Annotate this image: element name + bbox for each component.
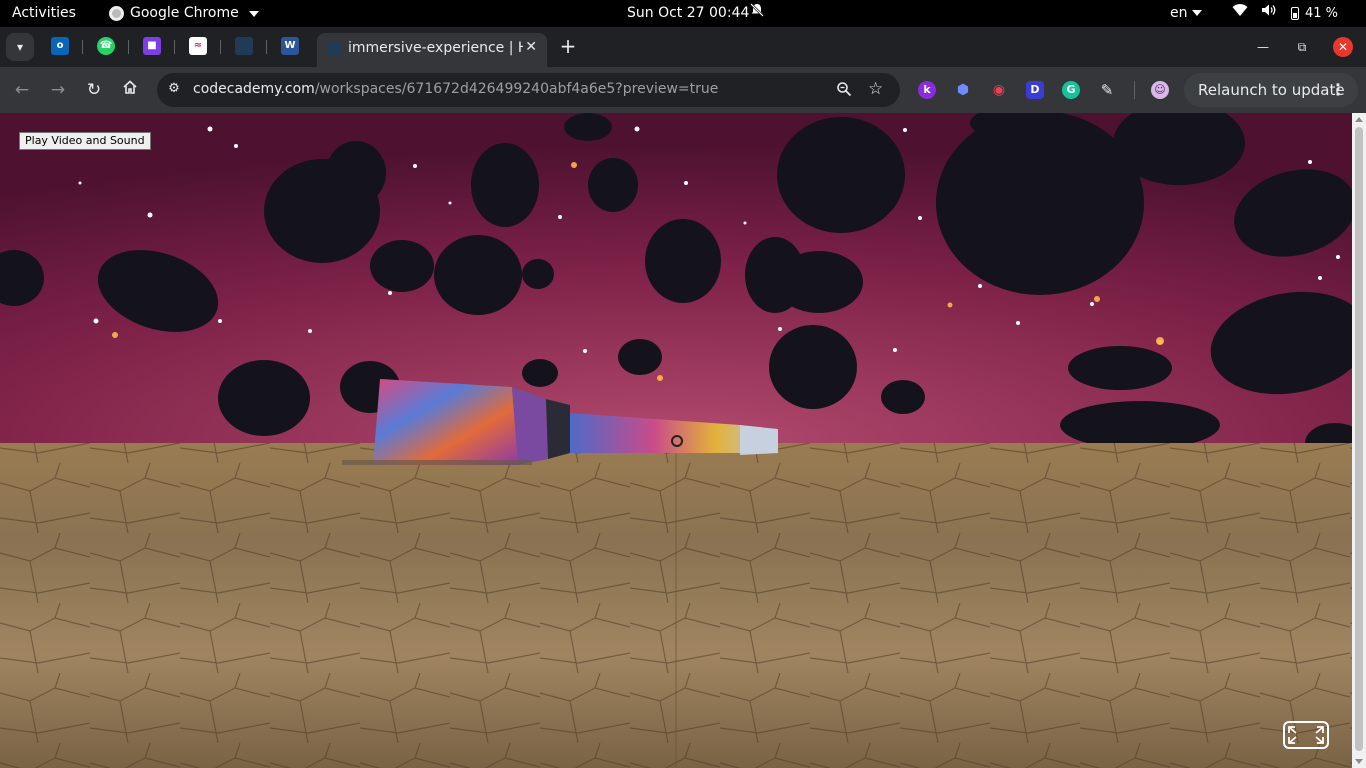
pocket-icon[interactable]: ◉: [990, 81, 1008, 99]
system-top-bar: Activities Google Chrome Sun Oct 27 00:4…: [0, 0, 1366, 27]
app-icon: ≈: [193, 40, 203, 51]
battery-percent: 41 %: [1305, 6, 1339, 21]
scroll-up-icon[interactable]: [1355, 117, 1363, 122]
language-selector[interactable]: en: [1170, 0, 1202, 27]
codecademy-favicon: [327, 42, 341, 56]
tab-separator: [82, 40, 83, 54]
outlook-icon: o: [56, 40, 64, 51]
tab-separator: [266, 40, 267, 54]
chevron-down-icon: [1191, 10, 1202, 16]
pinned-tab-app[interactable]: ■: [143, 37, 161, 55]
pinned-tab-whatsapp[interactable]: ☎: [97, 37, 115, 55]
close-icon[interactable]: ✕: [525, 39, 537, 55]
reload-icon[interactable]: ↻: [82, 78, 106, 102]
zoom-icon[interactable]: [836, 81, 852, 101]
new-tab-button[interactable]: +: [558, 34, 578, 60]
tab-title: immersive-experience | H: [348, 40, 523, 56]
tune-icon[interactable]: ⚙: [166, 81, 182, 97]
3d-scene-canvas[interactable]: [0, 113, 1352, 768]
whatsapp-icon: ☎: [99, 40, 113, 51]
app-icon: ■: [147, 40, 157, 51]
tab-immersive-experience[interactable]: immersive-experience | H ✕: [317, 33, 547, 67]
extension-k-icon[interactable]: k: [918, 81, 936, 99]
kebab-menu-icon[interactable]: ⋮: [1330, 73, 1346, 107]
address-bar[interactable]: ⚙ codecademy.com/workspaces/671672d42649…: [157, 73, 900, 107]
play-video-sound-button[interactable]: Play Video and Sound: [19, 132, 151, 150]
star-icon[interactable]: ☆: [868, 79, 883, 99]
language-code: en: [1170, 5, 1188, 21]
home-icon[interactable]: [118, 78, 142, 102]
battery-indicator[interactable]: 41 %: [1291, 0, 1338, 27]
app-menu[interactable]: Google Chrome: [109, 0, 259, 27]
tab-separator: [128, 40, 129, 54]
arrow-right-icon[interactable]: →: [46, 78, 70, 102]
pinned-tab-outlook[interactable]: o: [51, 37, 69, 55]
wifi-icon[interactable]: [1232, 0, 1248, 27]
battery-icon: [1291, 7, 1299, 20]
arrow-left-icon[interactable]: ←: [10, 78, 34, 102]
tab-search-button[interactable]: ▾: [6, 33, 34, 61]
grammarly-icon[interactable]: G: [1062, 81, 1080, 99]
url-path: /workspaces/671672d426499240abf4a6e5?pre…: [314, 81, 719, 97]
pinned-tab-codecademy[interactable]: [235, 37, 253, 55]
close-window-icon[interactable]: ✕: [1333, 37, 1353, 57]
activities-button[interactable]: Activities: [12, 0, 76, 27]
browser-toolbar: ← → ↻ ⚙ codecademy.com/workspaces/671672…: [0, 67, 1366, 113]
relaunch-button[interactable]: Relaunch to update ⋮: [1184, 73, 1358, 107]
chrome-icon: [109, 6, 124, 21]
tab-strip: ▾ o ☎ ■ ≈ W immersive-experience | H ✕ +…: [0, 27, 1366, 67]
clock[interactable]: Sun Oct 27 00:44: [627, 0, 749, 27]
relaunch-label: Relaunch to update: [1198, 81, 1345, 99]
scroll-down-icon[interactable]: [1355, 759, 1363, 764]
chevron-down-icon: ▾: [16, 40, 24, 54]
url-host: codecademy.com: [193, 81, 315, 97]
puzzle-icon[interactable]: ✎: [1098, 81, 1116, 99]
extension-d-icon[interactable]: D: [1026, 81, 1044, 99]
fullscreen-icon[interactable]: [1283, 721, 1329, 749]
minimize-icon[interactable]: —: [1253, 37, 1273, 57]
word-icon: W: [284, 40, 296, 51]
restore-icon[interactable]: ⧉: [1292, 37, 1312, 57]
url-text[interactable]: codecademy.com/workspaces/671672d4264992…: [193, 81, 718, 97]
tab-separator: [174, 40, 175, 54]
toolbar-separator: [1134, 81, 1135, 99]
pinned-tab-app[interactable]: ≈: [189, 37, 207, 55]
app-name: Google Chrome: [130, 5, 239, 21]
tab-separator: [220, 40, 221, 54]
notifications-muted-icon: [750, 0, 764, 27]
profile-avatar[interactable]: ☺: [1151, 81, 1169, 99]
pinned-tab-word[interactable]: W: [281, 37, 299, 55]
extension-shield-icon[interactable]: ⬢: [954, 81, 972, 99]
volume-icon[interactable]: [1261, 0, 1277, 27]
page-scrollbar[interactable]: [1352, 113, 1366, 768]
chevron-down-icon: [248, 10, 259, 17]
scroll-thumb[interactable]: [1355, 127, 1363, 751]
page-viewport[interactable]: Play Video and Sound: [0, 113, 1352, 768]
